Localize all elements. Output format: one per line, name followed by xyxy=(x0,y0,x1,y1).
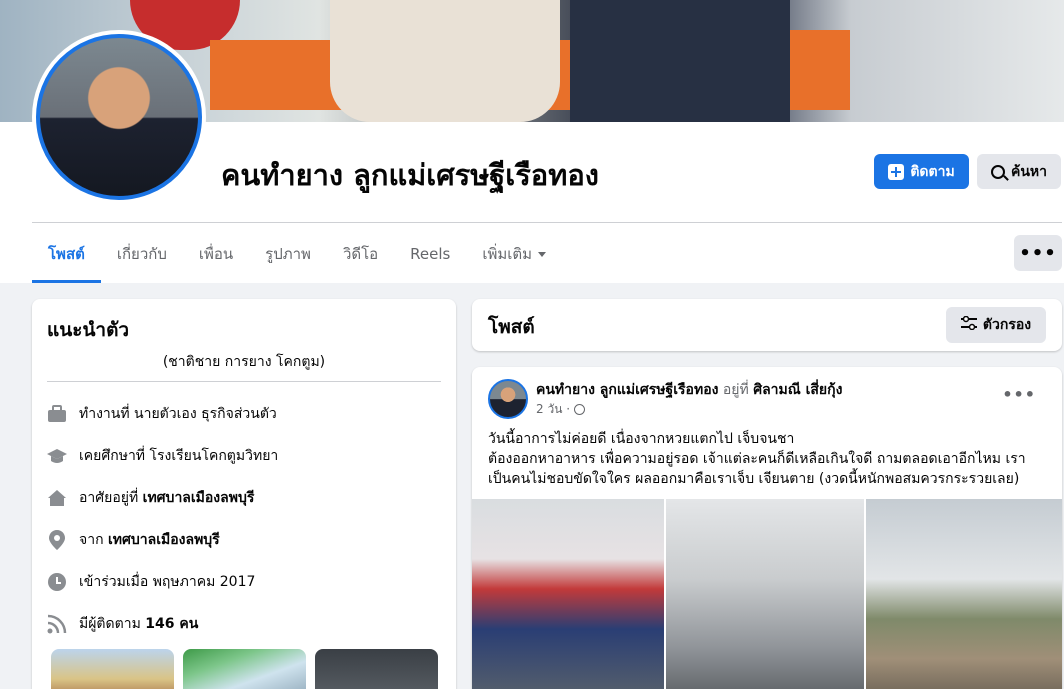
tab-label: วิดีโอ xyxy=(342,245,379,263)
follow-label: ติดตาม xyxy=(910,163,955,180)
search-label: ค้นหา xyxy=(1010,163,1048,180)
filter-label: ตัวกรอง xyxy=(982,317,1032,333)
tab-photos[interactable]: รูปภาพ xyxy=(249,225,327,283)
post-image[interactable] xyxy=(866,499,1062,689)
post-text-line: ต้องออกหาอาหาร เพื่อความอยู่รอด เจ้าแต่ล… xyxy=(488,451,1026,467)
tab-posts[interactable]: โพสต์ xyxy=(32,225,101,283)
tab-label: รูปภาพ xyxy=(265,245,311,263)
location-pin-icon xyxy=(47,530,67,550)
post-image[interactable] xyxy=(666,499,864,689)
tab-label: เพิ่มเติม xyxy=(482,245,533,263)
briefcase-icon xyxy=(47,404,67,424)
tab-friends[interactable]: เพื่อน xyxy=(183,225,249,283)
rss-icon xyxy=(47,614,67,634)
search-button[interactable]: ค้นหา xyxy=(977,154,1061,189)
profile-name: คนทำยาง ลูกแม่เศรษฐีเรือทอง xyxy=(221,158,599,192)
post-menu-button[interactable]: ••• xyxy=(1002,385,1036,404)
cover-decoration xyxy=(780,30,850,110)
info-joined: เข้าร่วมเมื่อ พฤษภาคม 2017 xyxy=(47,571,255,593)
intro-photo[interactable] xyxy=(51,649,174,689)
info-followers: มีผู้ติดตาม 146 คน xyxy=(47,613,198,635)
post-location[interactable]: ศิลามณี เสี่ยกุ้ง xyxy=(753,382,842,398)
post-image[interactable] xyxy=(472,499,664,689)
avatar-image xyxy=(36,34,202,200)
home-icon xyxy=(47,488,67,508)
graduation-cap-icon xyxy=(47,446,67,466)
tab-videos[interactable]: วิดีโอ xyxy=(327,225,394,283)
post-at: อยู่ที่ xyxy=(722,382,749,398)
posts-title: โพสต์ xyxy=(488,316,535,338)
intro-photo[interactable] xyxy=(183,649,306,689)
post-author-name[interactable]: คนทำยาง ลูกแม่เศรษฐีเรือทอง xyxy=(536,382,718,398)
post-text-line: เป็นคนไม่ชอบขัดใจใคร ผลออกมาคือเราเจ็บ เ… xyxy=(488,471,1020,487)
tab-label: Reels xyxy=(410,245,451,263)
intro-bio: (ชาติชาย การยาง โคกตูม) xyxy=(162,354,326,370)
posts-header-card: โพสต์ ตัวกรอง xyxy=(472,299,1062,351)
post-text-line: วันนี้อาการไม่ค่อยดี เนื่องจากหวยแตกไป เ… xyxy=(488,431,795,447)
intro-photos xyxy=(51,649,438,689)
post-author-line: คนทำยาง ลูกแม่เศรษฐีเรือทอง อยู่ที่ ศิลา… xyxy=(536,379,842,401)
info-work: ทำงานที่ นายตัวเอง ธุรกิจส่วนตัว xyxy=(47,403,277,425)
info-followers-count[interactable]: 146 คน xyxy=(145,613,198,635)
post-card: คนทำยาง ลูกแม่เศรษฐีเรือทอง อยู่ที่ ศิลา… xyxy=(472,367,1062,689)
cover-decoration xyxy=(570,0,790,122)
info-lives: อาศัยอยู่ที่ เทศบาลเมืองลพบุรี xyxy=(47,487,254,509)
post-timestamp: 2 วัน · xyxy=(536,400,586,419)
follow-button[interactable]: ติดตาม xyxy=(874,154,969,189)
more-options-button[interactable]: ••• xyxy=(1014,235,1062,271)
info-joined-text: เข้าร่วมเมื่อ พฤษภาคม 2017 xyxy=(79,574,256,590)
info-followers-prefix: มีผู้ติดตาม xyxy=(79,616,141,632)
intro-photo[interactable] xyxy=(315,649,438,689)
search-icon xyxy=(990,164,1005,179)
tab-label: โพสต์ xyxy=(48,245,85,263)
post-text: วันนี้อาการไม่ค่อยดี เนื่องจากหวยแตกไป เ… xyxy=(488,429,1048,489)
clock-icon xyxy=(47,572,67,592)
info-from: จาก เทศบาลเมืองลพบุรี xyxy=(47,529,220,551)
header-divider xyxy=(32,222,1062,223)
globe-icon xyxy=(574,404,586,415)
intro-card: แนะนำตัว (ชาติชาย การยาง โคกตูม) ทำงานที… xyxy=(32,299,456,689)
post-author-avatar[interactable] xyxy=(488,379,528,419)
tab-about[interactable]: เกี่ยวกับ xyxy=(101,225,183,283)
info-from-prefix: จาก xyxy=(79,532,104,548)
profile-header: คนทำยาง ลูกแม่เศรษฐีเรือทอง ติดตาม ค้นหา… xyxy=(0,30,1064,283)
post-images xyxy=(472,499,1062,689)
tab-label: เพื่อน xyxy=(198,245,234,263)
intro-title: แนะนำตัว xyxy=(47,319,130,341)
add-icon xyxy=(888,163,905,180)
caret-down-icon xyxy=(538,251,547,257)
tab-more[interactable]: เพิ่มเติม xyxy=(466,225,562,283)
info-work-text: ทำงานที่ นายตัวเอง ธุรกิจส่วนตัว xyxy=(79,406,277,422)
profile-tabs: โพสต์ เกี่ยวกับ เพื่อน รูปภาพ วิดีโอ Ree… xyxy=(32,225,562,283)
info-study: เคยศึกษาที่ โรงเรียนโคกตูมวิทยา xyxy=(47,445,278,467)
cover-decoration xyxy=(330,0,560,122)
tab-label: เกี่ยวกับ xyxy=(116,245,167,263)
profile-avatar[interactable] xyxy=(32,30,206,204)
post-time-text[interactable]: 2 วัน · xyxy=(536,400,570,419)
info-lives-prefix: อาศัยอยู่ที่ xyxy=(79,490,139,506)
sliders-icon xyxy=(960,315,977,334)
tab-reels[interactable]: Reels xyxy=(394,225,466,283)
info-lives-place[interactable]: เทศบาลเมืองลพบุรี xyxy=(143,487,255,509)
intro-divider xyxy=(47,381,441,382)
info-from-place[interactable]: เทศบาลเมืองลพบุรี xyxy=(108,529,220,551)
info-study-text: เคยศึกษาที่ โรงเรียนโคกตูมวิทยา xyxy=(79,448,279,464)
filter-button[interactable]: ตัวกรอง xyxy=(946,307,1046,343)
